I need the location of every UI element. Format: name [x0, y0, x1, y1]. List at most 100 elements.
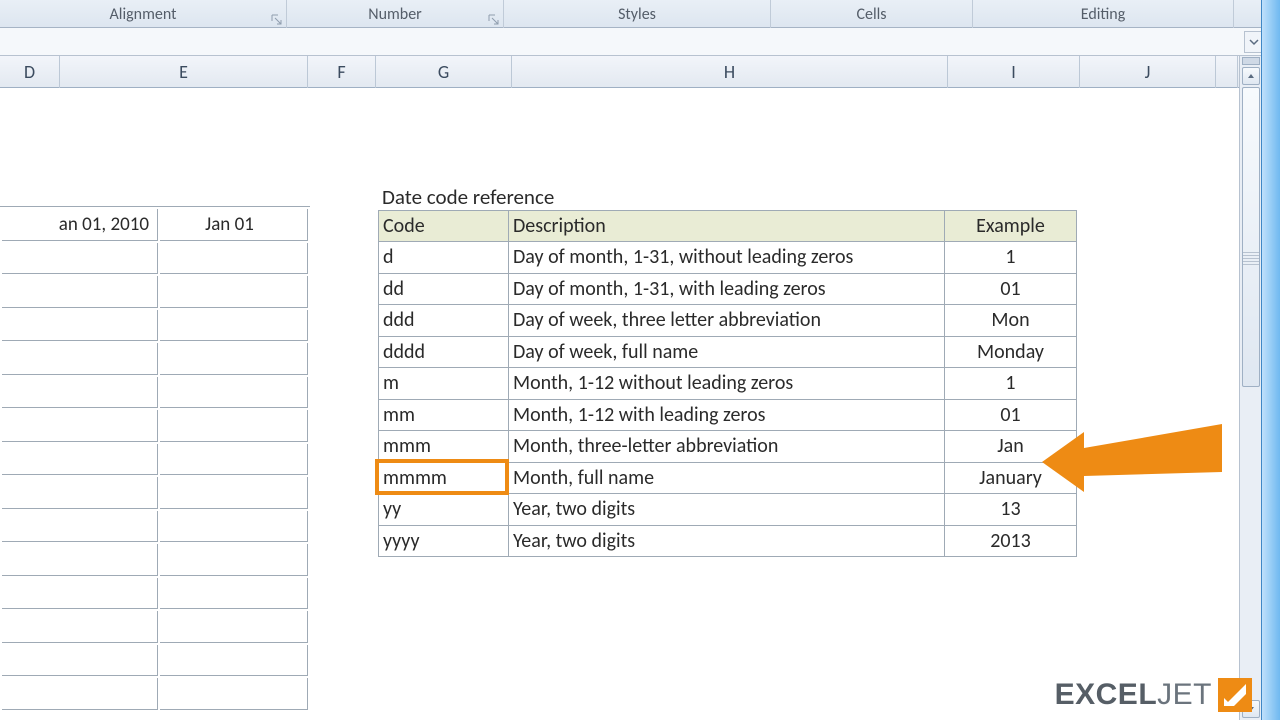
example-cell[interactable]: Monday — [945, 336, 1077, 368]
table-row[interactable] — [2, 578, 308, 610]
cell[interactable] — [2, 578, 158, 610]
code-cell[interactable]: yy — [379, 494, 509, 526]
description-cell[interactable]: Year, two digits — [509, 525, 945, 557]
table-row[interactable] — [2, 243, 308, 275]
example-cell[interactable]: 1 — [945, 242, 1077, 274]
cell[interactable] — [2, 310, 158, 342]
description-cell[interactable]: Day of month, 1-31, with leading zeros — [509, 273, 945, 305]
table-row[interactable] — [2, 444, 308, 476]
example-cell[interactable]: Mon — [945, 305, 1077, 337]
description-cell[interactable]: Day of week, three letter abbreviation — [509, 305, 945, 337]
table-row[interactable] — [2, 310, 308, 342]
table-row[interactable]: an 01, 2010Jan 01 — [2, 209, 308, 241]
cell[interactable] — [160, 377, 308, 409]
description-cell[interactable]: Month, three-letter abbreviation — [509, 431, 945, 463]
table-row[interactable]: yyYear, two digits13 — [379, 494, 1077, 526]
cell[interactable] — [160, 410, 308, 442]
column-header-D[interactable]: D — [0, 56, 60, 88]
table-row[interactable] — [2, 377, 308, 409]
ribbon-group-alignment[interactable]: Alignment — [0, 0, 287, 28]
cell[interactable] — [2, 343, 158, 375]
cell[interactable] — [160, 511, 308, 543]
table-row[interactable]: mmmMonth, three-letter abbreviationJan — [379, 431, 1077, 463]
code-cell[interactable]: mmm — [379, 431, 509, 463]
example-cell[interactable]: Jan — [945, 431, 1077, 463]
description-cell[interactable]: Month, full name — [509, 462, 945, 494]
table-header-code[interactable]: Code — [379, 211, 509, 242]
code-cell[interactable]: d — [379, 242, 509, 274]
column-header-blank[interactable] — [1216, 56, 1238, 88]
code-cell[interactable]: dd — [379, 273, 509, 305]
example-cell[interactable]: 01 — [945, 273, 1077, 305]
cell[interactable] — [160, 544, 308, 576]
cell[interactable] — [2, 678, 158, 710]
table-row[interactable] — [2, 410, 308, 442]
table-header-example[interactable]: Example — [945, 211, 1077, 242]
table-row[interactable]: yyyyYear, two digits2013 — [379, 525, 1077, 557]
table-row[interactable] — [2, 645, 308, 677]
table-row[interactable]: ddDay of month, 1-31, with leading zeros… — [379, 273, 1077, 305]
cell[interactable] — [160, 310, 308, 342]
table-row[interactable] — [2, 611, 308, 643]
code-cell[interactable]: mm — [379, 399, 509, 431]
table-row[interactable]: mMonth, 1-12 without leading zeros1 — [379, 368, 1077, 400]
table-row[interactable] — [2, 544, 308, 576]
example-cell[interactable]: 01 — [945, 399, 1077, 431]
table-row[interactable]: mmmmMonth, full nameJanuary — [379, 462, 1077, 494]
code-cell[interactable]: ddd — [379, 305, 509, 337]
example-cell[interactable]: 1 — [945, 368, 1077, 400]
cell[interactable] — [160, 477, 308, 509]
vertical-scrollbar[interactable] — [1239, 56, 1261, 720]
cell[interactable] — [2, 645, 158, 677]
cell[interactable] — [160, 276, 308, 308]
code-cell[interactable]: mmmm — [379, 462, 509, 494]
table-row[interactable]: mmMonth, 1-12 with leading zeros01 — [379, 399, 1077, 431]
cell[interactable] — [160, 578, 308, 610]
split-handle[interactable] — [1242, 57, 1260, 65]
column-header-F[interactable]: F — [308, 56, 376, 88]
cell[interactable] — [2, 444, 158, 476]
table-row[interactable] — [2, 678, 308, 710]
cell[interactable] — [160, 678, 308, 710]
column-header-E[interactable]: E — [60, 56, 308, 88]
scroll-thumb[interactable] — [1242, 87, 1260, 387]
ribbon-group-styles[interactable]: Styles — [504, 0, 771, 28]
table-row[interactable] — [2, 511, 308, 543]
column-header-J[interactable]: J — [1080, 56, 1216, 88]
worksheet-area[interactable]: an 01, 2010Jan 01 Date code reference Co… — [0, 88, 1240, 720]
cell[interactable] — [2, 410, 158, 442]
table-row[interactable]: dDay of month, 1-31, without leading zer… — [379, 242, 1077, 274]
cell[interactable] — [2, 544, 158, 576]
example-cell[interactable]: 2013 — [945, 525, 1077, 557]
table-row[interactable] — [2, 477, 308, 509]
table-row[interactable] — [2, 343, 308, 375]
cell[interactable] — [2, 477, 158, 509]
cell[interactable] — [160, 243, 308, 275]
ribbon-group-editing[interactable]: Editing — [973, 0, 1234, 28]
cell[interactable] — [2, 377, 158, 409]
dialog-launcher-icon[interactable] — [486, 12, 500, 26]
table-header-desc[interactable]: Description — [509, 211, 945, 242]
code-cell[interactable]: dddd — [379, 336, 509, 368]
column-header-G[interactable]: G — [376, 56, 512, 88]
description-cell[interactable]: Day of week, full name — [509, 336, 945, 368]
cell[interactable] — [2, 243, 158, 275]
ribbon-group-number[interactable]: Number — [287, 0, 504, 28]
table-row[interactable]: ddddDay of week, full nameMonday — [379, 336, 1077, 368]
cell[interactable] — [160, 343, 308, 375]
description-cell[interactable]: Month, 1-12 without leading zeros — [509, 368, 945, 400]
dialog-launcher-icon[interactable] — [269, 12, 283, 26]
example-cell[interactable]: January — [945, 462, 1077, 494]
cell[interactable]: an 01, 2010 — [2, 209, 158, 241]
table-row[interactable] — [2, 276, 308, 308]
ribbon-group-cells[interactable]: Cells — [771, 0, 973, 28]
code-cell[interactable]: yyyy — [379, 525, 509, 557]
description-cell[interactable]: Day of month, 1-31, without leading zero… — [509, 242, 945, 274]
cell[interactable] — [2, 276, 158, 308]
description-cell[interactable]: Month, 1-12 with leading zeros — [509, 399, 945, 431]
column-header-H[interactable]: H — [512, 56, 948, 88]
scroll-up-button[interactable] — [1242, 67, 1260, 85]
column-header-I[interactable]: I — [948, 56, 1080, 88]
cell[interactable] — [2, 611, 158, 643]
code-cell[interactable]: m — [379, 368, 509, 400]
